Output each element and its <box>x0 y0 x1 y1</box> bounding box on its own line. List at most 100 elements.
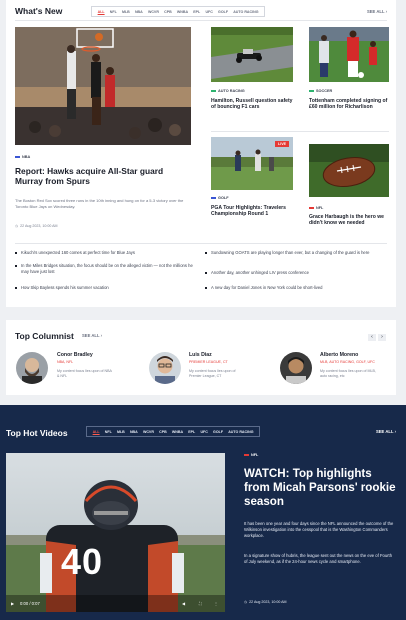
see-all-label: SEE ALL <box>366 9 385 14</box>
see-all-link[interactable]: SEE ALL › <box>376 429 396 434</box>
tag-marker <box>211 89 216 93</box>
video-player[interactable]: 40 ▶ 0:00 / 0:07 ◀ ⛶ ⋮ <box>6 453 225 612</box>
category-tabs: ALL NFL MLB NBA WCVR CPB WNBA EPL UFC GO… <box>91 6 266 17</box>
columnist-name[interactable]: Conor Bradley <box>57 352 93 358</box>
avatar-photo <box>16 352 48 384</box>
card-tag[interactable]: NFL <box>309 206 323 210</box>
tag-marker <box>15 155 20 159</box>
tab-epl[interactable]: EPL <box>191 10 203 14</box>
tab-nfl[interactable]: NFL <box>102 430 114 434</box>
section-title: What's New <box>15 6 63 16</box>
jersey-number: 40 <box>61 541 104 582</box>
tag-marker <box>309 89 314 93</box>
headline-link[interactable]: Sundowning GOATS are playing longer than… <box>205 250 389 256</box>
video-tag[interactable]: NFL <box>244 453 258 457</box>
card-image-golf[interactable]: LIVE <box>211 137 293 190</box>
top-columnist-section: Top Columnist SEE ALL › ‹ › Conor Bradle… <box>6 320 396 395</box>
tab-wnba[interactable]: WNBA <box>174 10 190 14</box>
live-badge: LIVE <box>275 141 289 147</box>
headline-link[interactable]: Kikuchi's unexpected 160 comes at perfec… <box>15 250 201 256</box>
top-hot-videos-section: Top Hot Videos ALL NFL MLB NBA WCVR CPB … <box>0 405 406 620</box>
tab-golf[interactable]: GOLF <box>215 10 230 14</box>
tab-wcvr[interactable]: WCVR <box>145 10 161 14</box>
headline-link[interactable]: A new day for Daniel Jones in New York c… <box>205 285 389 291</box>
avatar[interactable] <box>16 352 48 384</box>
video-date: ◷ 22 Aug 2023, 10:00 AM <box>244 600 287 604</box>
tab-nba[interactable]: NBA <box>132 10 145 14</box>
columnist-name[interactable]: Luis Diaz <box>189 352 212 358</box>
next-arrow-button[interactable]: › <box>378 334 386 341</box>
video-headline[interactable]: WATCH: Top highlights from Micah Parsons… <box>244 467 396 509</box>
clock-icon: ◷ <box>15 224 19 228</box>
tag-label: NFL <box>316 206 324 210</box>
tab-epl[interactable]: EPL <box>186 430 198 434</box>
card-tag[interactable]: GOLF <box>211 196 229 200</box>
columnist-desc: My content focus lies upon of Premier Le… <box>189 369 236 378</box>
more-options-icon[interactable]: ⋮ <box>214 601 218 606</box>
tab-cpb[interactable]: CPB <box>157 430 170 434</box>
avatar-photo <box>280 352 312 384</box>
see-all-link[interactable]: SEE ALL › <box>82 333 102 338</box>
tab-all[interactable]: ALL <box>90 430 102 434</box>
tab-auto-racing[interactable]: AUTO RACING <box>231 10 261 14</box>
columnist-name[interactable]: Alberto Moreno <box>320 352 358 358</box>
tab-ufc[interactable]: UFC <box>203 10 216 14</box>
tab-wnba[interactable]: WNBA <box>169 430 185 434</box>
tab-cpb[interactable]: CPB <box>162 10 175 14</box>
feature-tag[interactable]: NBA <box>15 155 30 159</box>
avatar[interactable] <box>280 352 312 384</box>
card-image-auto-racing[interactable] <box>211 27 293 82</box>
tab-golf[interactable]: GOLF <box>210 430 225 434</box>
tab-ufc[interactable]: UFC <box>198 430 211 434</box>
tab-wcvr[interactable]: WCVR <box>140 430 156 434</box>
tab-auto-racing[interactable]: AUTO RACING <box>226 430 256 434</box>
volume-icon[interactable]: ◀ <box>182 601 185 606</box>
video-category-tabs: ALL NFL MLB NBA WCVR CPB WNBA EPL UFC GO… <box>86 426 261 437</box>
play-icon[interactable]: ▶ <box>11 601 14 606</box>
card-headline[interactable]: PGA Tour Highlights: Travelers Champions… <box>211 205 293 218</box>
clock-icon: ◷ <box>244 600 248 604</box>
see-all-link[interactable]: SEE ALL › <box>367 9 387 14</box>
card-headline[interactable]: Tottenham completed signing of £60 milli… <box>309 98 391 111</box>
columnist-team: NBA, NFL <box>57 360 74 364</box>
tab-mlb[interactable]: MLB <box>114 430 127 434</box>
divider <box>211 131 389 132</box>
avatar[interactable] <box>149 352 181 384</box>
tab-nfl[interactable]: NFL <box>107 10 119 14</box>
card-image-nfl[interactable] <box>309 144 389 197</box>
feature-headline[interactable]: Report: Hawks acquire All-Star guard Mur… <box>15 166 191 187</box>
see-all-label: SEE ALL <box>82 333 100 338</box>
fullscreen-icon[interactable]: ⛶ <box>199 601 202 606</box>
tag-label: AUTO RACING <box>218 89 245 93</box>
columnist-desc: My content focus lies upon of MLB, auto … <box>320 369 376 378</box>
tab-mlb[interactable]: MLB <box>119 10 132 14</box>
card-tag[interactable]: SOCCER <box>309 89 332 93</box>
tag-label: SOCCER <box>316 89 333 93</box>
video-paragraph: It has been one year and four days since… <box>244 521 394 539</box>
card-headline[interactable]: Hamilton, Russell question safety of bou… <box>211 98 293 111</box>
carousel-arrows: ‹ › <box>368 334 386 341</box>
headline-link[interactable]: In the Miles Bridges situation, the focu… <box>15 263 201 274</box>
football-player-photo <box>6 453 225 612</box>
columnist-team: MLB, AUTO RACING, GOLF, UFC <box>320 360 375 364</box>
headline-link[interactable]: How Skip Bayless spends his summer vacat… <box>15 285 201 291</box>
see-all-label: SEE ALL <box>375 429 394 434</box>
card-headline[interactable]: Grace Harbaugh is the hero we didn't kno… <box>309 214 391 227</box>
section-title: Top Columnist <box>15 331 74 341</box>
feature-excerpt: The Boston Red Sox scored three runs in … <box>15 198 184 209</box>
tag-marker <box>244 453 249 457</box>
tab-nba[interactable]: NBA <box>127 430 140 434</box>
tag-label: GOLF <box>218 196 229 200</box>
feature-image[interactable] <box>15 27 191 145</box>
prev-arrow-button[interactable]: ‹ <box>368 334 376 341</box>
whats-new-section: What's New ALL NFL MLB NBA WCVR CPB WNBA… <box>6 0 396 307</box>
video-paragraph: In a signature show of hubris, the leagu… <box>244 553 393 565</box>
divider <box>15 20 387 21</box>
card-tag[interactable]: AUTO RACING <box>211 89 245 93</box>
video-time: 0:00 / 0:07 <box>20 601 40 606</box>
section-title: Top Hot Videos <box>6 428 68 438</box>
headline-link[interactable]: Another day, another unhinged LIV press … <box>205 270 389 276</box>
feature-date: ◷ 22 Aug 2023, 10:00 AM <box>15 224 58 228</box>
tab-all[interactable]: ALL <box>95 10 107 14</box>
card-image-soccer[interactable] <box>309 27 389 82</box>
